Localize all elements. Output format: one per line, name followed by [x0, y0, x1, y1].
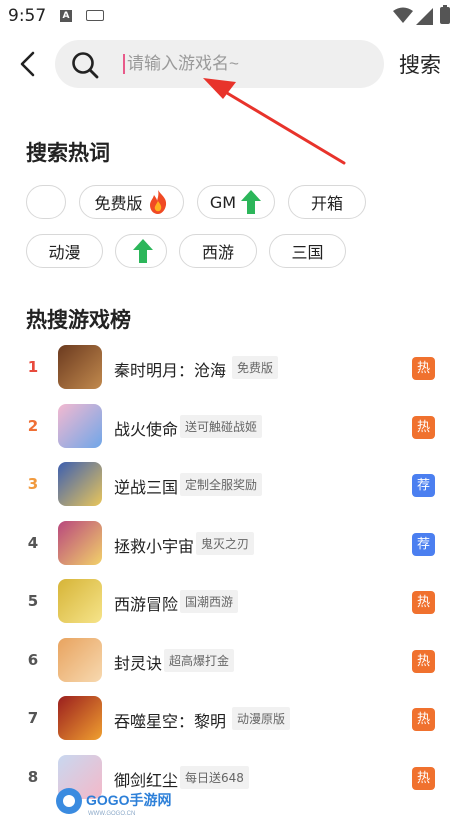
rank-number: 1: [27, 358, 39, 376]
rank-number: 5: [27, 592, 39, 610]
game-tag: 国潮西游: [180, 590, 239, 613]
game-icon: [58, 403, 102, 448]
back-button[interactable]: [12, 48, 44, 80]
hot-chip-gm[interactable]: GM: [197, 185, 275, 219]
rank-number: 6: [27, 650, 39, 669]
rank-row[interactable]: 3 逆战三国 定制全服奖励 荐: [0, 455, 461, 513]
hot-chip-free[interactable]: 免费版: [79, 185, 184, 219]
chip-label: GM: [209, 192, 237, 212]
rank-badge: 热: [412, 591, 435, 614]
rank-row[interactable]: 2 战火使命 送可触碰战姬 热: [0, 397, 461, 455]
hot-chip-xiyou[interactable]: 西游: [179, 234, 257, 268]
chevron-left-icon: [20, 51, 35, 77]
hot-words-title: 搜索热词: [26, 141, 110, 165]
rank-number: 2: [27, 416, 39, 435]
rank-row[interactable]: 7 吞噬星空：黎明 动漫原版 热: [0, 689, 461, 747]
game-tag: 送可触碰战姬: [180, 414, 263, 438]
keyboard-icon: [86, 10, 104, 21]
gogo-watermark-logo: GOGO手游网 WWW.GOGO.CN: [56, 788, 172, 817]
game-tag: 动漫原版: [232, 707, 291, 730]
rank-title: 热搜游戏榜: [26, 308, 131, 332]
game-tag: 免费版: [232, 356, 279, 379]
game-icon: [58, 520, 102, 565]
rank-badge: 热: [412, 708, 435, 731]
hot-chip-unbox[interactable]: 开箱: [288, 185, 366, 219]
game-name: 逆战三国: [114, 478, 179, 497]
hot-chip-anime[interactable]: 动漫: [26, 234, 103, 268]
up-arrow-icon: [241, 190, 262, 214]
rank-badge: 热: [412, 649, 435, 673]
chip-label: 开箱: [310, 194, 343, 213]
rank-badge: 荐: [412, 532, 435, 556]
wifi-icon: [393, 7, 413, 23]
game-icon: [58, 579, 102, 623]
game-name: 吞噬星空：黎明: [114, 712, 227, 731]
battery-icon: [440, 5, 450, 24]
status-bar: 9:57 A: [0, 0, 461, 34]
game-name: 战火使命: [114, 419, 179, 439]
game-tag: 每日送648: [180, 765, 249, 789]
search-box[interactable]: [55, 40, 384, 88]
game-tag: 定制全服奖励: [180, 473, 263, 496]
rank-number: 4: [27, 533, 39, 552]
text-caret: [123, 54, 125, 74]
svg-text:GOGO手游网: GOGO手游网: [86, 792, 172, 808]
rank-row[interactable]: 1 秦时明月：沧海 免费版 热: [0, 338, 461, 396]
rank-row[interactable]: 6 封灵诀 超高爆打金 热: [0, 631, 461, 689]
rank-badge: 荐: [412, 474, 435, 497]
svg-text:WWW.GOGO.CN: WWW.GOGO.CN: [88, 811, 135, 817]
rank-number: 3: [27, 475, 39, 493]
game-tag: 鬼灭之刃: [196, 531, 255, 555]
rank-badge: 热: [412, 357, 435, 380]
game-name: 西游冒险: [114, 595, 179, 614]
game-name: 拯救小宇宙: [114, 536, 195, 556]
chip-label: 免费版: [94, 194, 143, 213]
rank-number: 7: [27, 709, 39, 727]
rank-badge: 热: [412, 415, 435, 439]
rank-badge: 热: [412, 766, 435, 790]
hot-chip-sanguo[interactable]: 三国: [269, 234, 346, 268]
chip-label: 三国: [291, 243, 324, 262]
notification-a-icon: A: [60, 10, 72, 22]
rank-row[interactable]: 5 西游冒险 国潮西游 热: [0, 572, 461, 630]
status-time: 9:57: [8, 6, 47, 26]
hot-chip-arrow[interactable]: [115, 234, 167, 268]
chip-label: 动漫: [48, 243, 81, 262]
up-arrow-icon: [133, 239, 153, 263]
signal-icon: [416, 8, 433, 25]
game-icon: [58, 345, 102, 389]
game-icon: [58, 696, 102, 740]
chip-label: 西游: [201, 243, 234, 262]
game-name: 封灵诀: [114, 653, 163, 673]
game-icon: [58, 637, 102, 682]
rank-number: 8: [27, 767, 39, 786]
search-button[interactable]: 搜索: [399, 49, 441, 79]
flame-icon: [149, 190, 166, 214]
search-input[interactable]: [127, 40, 367, 88]
rank-row[interactable]: 4 拯救小宇宙 鬼灭之刃 荐: [0, 514, 461, 572]
search-icon: [72, 52, 99, 79]
game-icon: [58, 462, 102, 506]
game-name: 秦时明月：沧海: [114, 361, 227, 380]
search-header: 搜索: [0, 38, 461, 92]
hot-chip-blank[interactable]: [26, 185, 66, 219]
game-tag: 超高爆打金: [164, 648, 235, 672]
